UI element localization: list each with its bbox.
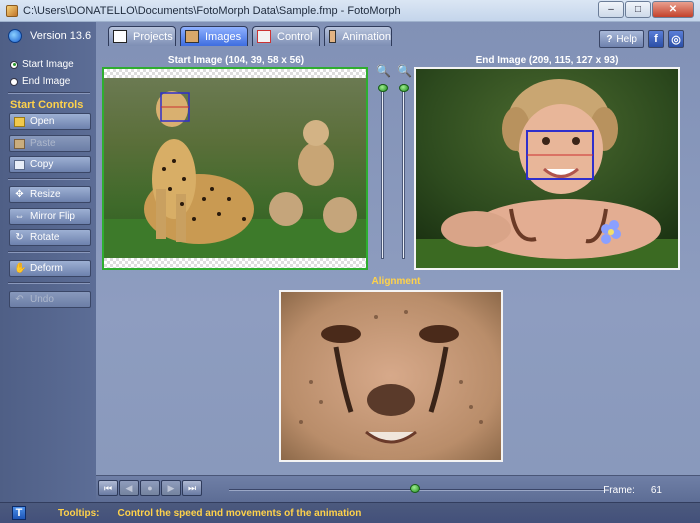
maximize-button[interactable]: □ (625, 1, 651, 18)
help-button-label: Help (616, 33, 637, 45)
child-photo (416, 69, 678, 268)
tab-images-label: Images (205, 30, 242, 43)
divider (8, 282, 90, 284)
end-image-canvas[interactable] (414, 67, 680, 270)
window-controls: – □ ✕ (598, 1, 694, 18)
rotate-button-label: Rotate (30, 232, 60, 243)
frame-label: Frame: (603, 485, 635, 496)
frame-slider-knob[interactable] (410, 484, 421, 493)
next-frame-button[interactable]: ▶ (161, 480, 181, 496)
undo-arrow-icon: ↶ (15, 293, 24, 305)
alignment-preview (279, 290, 503, 462)
end-image-radio-label: End Image (22, 76, 71, 87)
tab-bar: Projects Images Control Animation (108, 26, 392, 46)
facebook-button[interactable]: f (648, 30, 664, 48)
copy-button[interactable]: Copy (9, 156, 91, 173)
deform-button-label: Deform (30, 263, 63, 274)
previous-frame-button[interactable]: ◀ (119, 480, 139, 496)
end-image-caption: End Image (209, 115, 127 x 93) (475, 55, 619, 66)
mirror-flip-button[interactable]: ⇔ Mirror Flip (9, 208, 91, 225)
app-icon (6, 4, 18, 17)
open-button-label: Open (30, 116, 55, 127)
end-image-radio[interactable]: End Image (10, 76, 70, 87)
cheetah-photo (104, 78, 366, 258)
zoom-in-icon[interactable]: 🔍 (376, 65, 391, 77)
playback-bar: ⏮ ◀ ● ▶ ⏭ Frame: 61 (96, 475, 700, 502)
tooltip-text: Control the speed and movements of the a… (117, 507, 362, 519)
help-button[interactable]: ? Help (599, 30, 644, 48)
sidebar: Version 13.6 Start Image End Image Start… (0, 22, 96, 502)
paste-button[interactable]: Paste (9, 135, 91, 152)
version-label: Version 13.6 (30, 30, 92, 42)
resize-button-label: Resize (30, 189, 61, 200)
tab-control[interactable]: Control (252, 26, 320, 46)
undo-button-label: Undo (30, 294, 54, 305)
close-button[interactable]: ✕ (652, 1, 694, 18)
start-controls-heading: Start Controls (10, 99, 84, 111)
tab-projects[interactable]: Projects (108, 26, 176, 46)
tab-animation-label: Animation (342, 30, 391, 43)
alignment-caption: Alignment (371, 276, 421, 287)
tab-control-label: Control (277, 30, 313, 43)
version-info: Version 13.6 (8, 29, 91, 43)
grid-icon (113, 30, 127, 43)
deform-button[interactable]: ✋ Deform (9, 260, 91, 277)
radio-checked-icon (10, 60, 18, 69)
title-bar: C:\Users\DONATELLO\Documents\FotoMorph D… (0, 0, 700, 22)
tab-projects-label: Projects (133, 30, 173, 43)
end-zoom-track[interactable] (402, 84, 405, 259)
undo-button[interactable]: ↶ Undo (9, 291, 91, 308)
first-frame-button[interactable]: ⏮ (98, 480, 118, 496)
control-points-icon (257, 30, 271, 43)
help-question-icon: ? (606, 33, 613, 45)
clipboard-icon (14, 138, 25, 149)
start-image-caption: Start Image (104, 39, 58 x 56) (167, 55, 305, 66)
divider (8, 92, 90, 94)
image-thumbnail-icon (185, 30, 199, 43)
flip-arrows-icon: ⇔ (14, 210, 25, 222)
animation-icon (329, 30, 337, 43)
status-bar: T Tooltips: Control the speed and moveme… (0, 502, 700, 523)
rotate-icon: ↻ (15, 231, 24, 243)
open-button[interactable]: Open (9, 113, 91, 130)
minimize-button[interactable]: – (598, 1, 624, 18)
start-zoom-knob[interactable] (378, 84, 388, 92)
divider (8, 251, 90, 253)
start-image-canvas[interactable] (102, 67, 368, 270)
radio-unchecked-icon (10, 77, 18, 86)
fotomorph-logo-icon (8, 29, 22, 43)
divider (8, 178, 90, 180)
playback-buttons: ⏮ ◀ ● ▶ ⏭ (98, 480, 202, 496)
frame-value: 61 (650, 485, 662, 496)
website-globe-icon[interactable]: ◎ (668, 30, 684, 48)
zoom-out-icon[interactable]: 🔍 (397, 65, 412, 77)
start-zoom-track[interactable] (381, 84, 384, 259)
deform-figure-icon: ✋ (14, 262, 27, 274)
folder-icon (14, 116, 25, 127)
top-right-buttons: ? Help f ◎ (599, 30, 684, 48)
end-zoom-knob[interactable] (399, 84, 409, 92)
mirror-flip-button-label: Mirror Flip (30, 211, 75, 222)
frame-info: Frame: 61 (603, 485, 662, 496)
tab-images[interactable]: Images (180, 26, 248, 46)
rotate-button[interactable]: ↻ Rotate (9, 229, 91, 246)
resize-button[interactable]: ✥ Resize (9, 186, 91, 203)
paste-button-label: Paste (30, 138, 56, 149)
resize-arrows-icon: ✥ (15, 188, 24, 200)
last-frame-button[interactable]: ⏭ (182, 480, 202, 496)
copy-button-label: Copy (30, 159, 54, 170)
start-image-radio-label: Start Image (22, 59, 74, 70)
tooltips-label: Tooltips: (58, 507, 100, 519)
tooltips-toggle-icon[interactable]: T (12, 506, 26, 520)
play-button[interactable]: ● (140, 480, 160, 496)
window-title: C:\Users\DONATELLO\Documents\FotoMorph D… (23, 4, 401, 17)
tab-animation[interactable]: Animation (324, 26, 392, 46)
copy-icon (14, 159, 25, 170)
main-panel: Projects Images Control Animation ? Help… (96, 22, 700, 502)
start-image-radio[interactable]: Start Image (10, 59, 74, 70)
morph-preview-image (281, 292, 501, 460)
